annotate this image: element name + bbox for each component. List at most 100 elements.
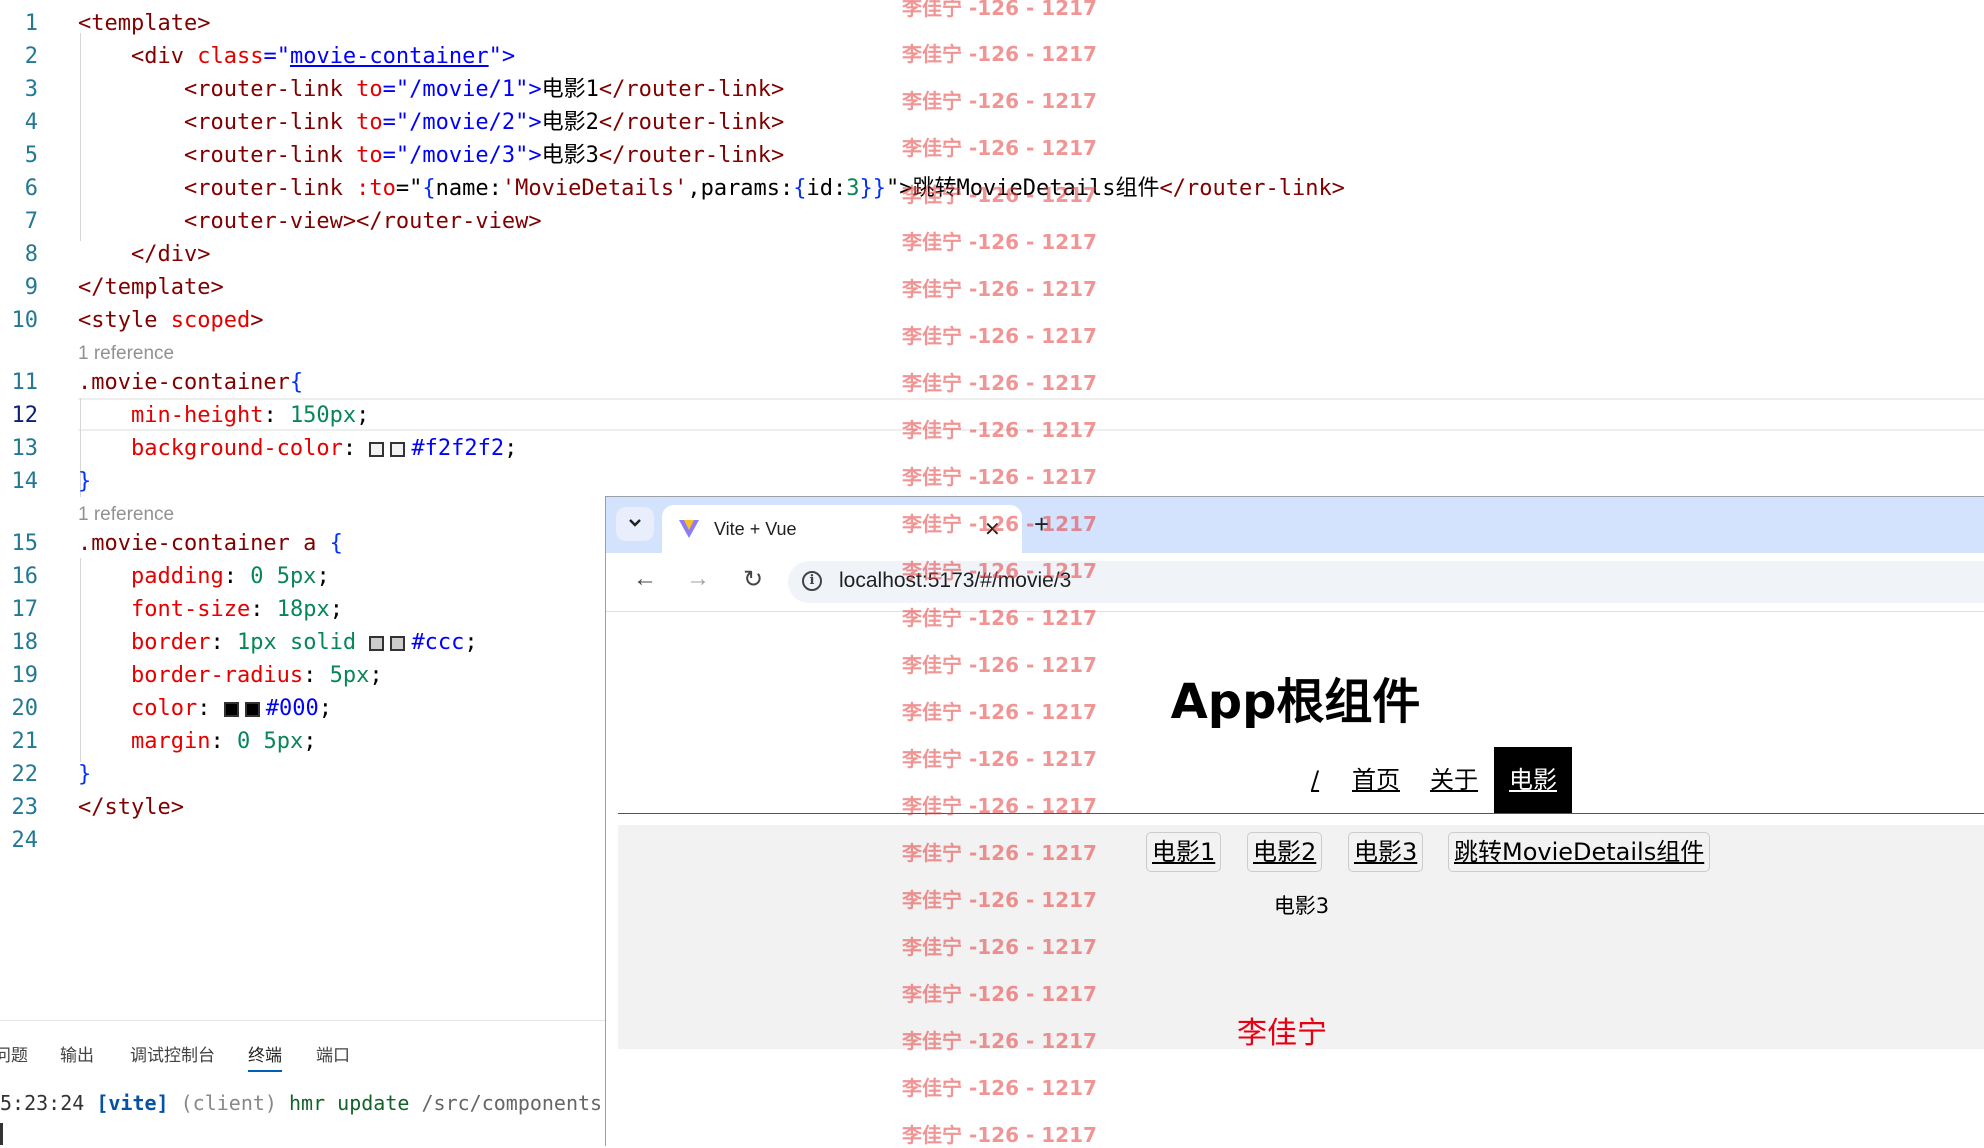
line-number: 19	[11, 663, 39, 688]
app-nav: / 首页 关于 电影	[606, 747, 1984, 813]
code-text: }	[78, 762, 92, 787]
line-number: 12	[11, 403, 39, 428]
line-number: 17	[11, 597, 39, 622]
vite-logo-icon	[679, 520, 699, 538]
line-number: 8	[24, 242, 38, 267]
code-text: <router-view></router-view>	[183, 209, 542, 234]
router-view-content: 电影3	[1273, 894, 1330, 918]
code-text: <div class="movie-container">	[130, 44, 516, 69]
nav-link-about[interactable]: 关于	[1430, 747, 1478, 813]
line-number: 10	[11, 308, 39, 333]
app-title: App根组件	[1170, 674, 1421, 730]
code-text: .movie-container a {	[78, 531, 343, 556]
line-number: 20	[11, 696, 39, 721]
code-line-10: 10 <style scoped>	[0, 304, 1984, 337]
code-lens-reference[interactable]: 1 reference	[78, 502, 174, 528]
code-line-11: 11 .movie-container{	[0, 366, 1984, 399]
line-number: 11	[11, 370, 39, 395]
tab-search-button[interactable]	[616, 507, 654, 541]
code-text: <router-link to="/movie/3">电影3</router-l…	[183, 143, 785, 168]
code-line-4: 4 <router-link to="/movie/2">电影2</router…	[0, 106, 1984, 139]
line-number: 18	[11, 630, 39, 655]
url-text[interactable]: localhost:5173/#/movie/3	[839, 569, 1071, 593]
code-line-6: 6 <router-link :to="{name:'MovieDetails'…	[0, 172, 1984, 205]
line-number: 23	[11, 795, 39, 820]
code-text: color: #000;	[130, 696, 332, 721]
panel-tab-terminal[interactable]: 终端	[248, 1041, 282, 1072]
panel-tab-problems[interactable]: 问题	[0, 1041, 28, 1066]
code-text: <router-link to="/movie/2">电影2</router-l…	[183, 110, 785, 135]
code-text: background-color: #f2f2f2;	[130, 436, 518, 461]
line-number: 4	[24, 110, 38, 135]
movie-details-link[interactable]: 跳转MovieDetails组件	[1448, 832, 1711, 872]
line-number: 9	[24, 275, 38, 300]
nav-link-home[interactable]: 首页	[1352, 747, 1400, 813]
line-number: 14	[11, 469, 39, 494]
line-number: 7	[24, 209, 38, 234]
page-viewport: App根组件 / 首页 关于 电影 电影1 电影2 电影3 跳转MovieDet…	[606, 612, 1984, 1146]
line-number: 2	[24, 44, 38, 69]
color-swatch[interactable]	[369, 635, 385, 651]
code-text: min-height: 150px;	[130, 403, 370, 428]
code-text: border-radius: 5px;	[130, 663, 383, 688]
nav-link-movie[interactable]: 电影	[1494, 747, 1572, 813]
code-text: <template>	[78, 11, 211, 36]
panel-tab-output[interactable]: 输出	[60, 1041, 94, 1066]
nav-divider	[618, 813, 1984, 814]
line-number: 13	[11, 436, 39, 461]
tab-title: Vite + Vue	[714, 519, 797, 539]
code-line-7: 7 <router-view></router-view>	[0, 205, 1984, 238]
browser-toolbar: ← → ↻ i localhost:5173/#/movie/3	[606, 553, 1984, 612]
reload-icon[interactable]: ↻	[736, 565, 770, 594]
footer-name-text: 李佳宁	[1237, 1016, 1327, 1051]
color-swatch[interactable]	[244, 701, 260, 717]
bottom-panel: 问题 输出 调试控制台 终端 端口 5:23:24 [vite] (client…	[0, 1020, 605, 1146]
back-arrow-icon[interactable]: ←	[628, 565, 662, 593]
color-swatch[interactable]	[390, 635, 406, 651]
code-line-13: 13 background-color: #f2f2f2;	[0, 432, 1984, 465]
line-number: 1	[24, 11, 38, 36]
code-text: </template>	[78, 275, 224, 300]
code-lens-reference[interactable]: 1 reference	[78, 341, 174, 367]
movie-link-2[interactable]: 电影2	[1247, 832, 1323, 872]
site-info-icon[interactable]: i	[802, 571, 822, 591]
code-line-8: 8 </div>	[0, 238, 1984, 271]
panel-tab-debug-console[interactable]: 调试控制台	[130, 1041, 215, 1066]
code-text: </div>	[130, 242, 211, 267]
tab-strip: Vite + Vue ✕ +	[606, 497, 1984, 553]
line-number: 5	[24, 143, 38, 168]
code-text: margin: 0 5px;	[130, 729, 317, 754]
line-number: 22	[11, 762, 39, 787]
line-number: 24	[11, 828, 39, 853]
terminal-output[interactable]: 5:23:24 [vite] (client) hmr update /src/…	[0, 1091, 602, 1115]
line-number: 16	[11, 564, 39, 589]
forward-arrow-icon[interactable]: →	[681, 565, 715, 593]
code-line-9: 9 </template>	[0, 271, 1984, 304]
code-text: font-size: 18px;	[130, 597, 343, 622]
code-line-3: 3 <router-link to="/movie/1">电影1</router…	[0, 73, 1984, 106]
color-swatch[interactable]	[223, 701, 239, 717]
movie-link-1[interactable]: 电影1	[1146, 832, 1222, 872]
code-text: }	[78, 469, 92, 494]
close-tab-icon[interactable]: ✕	[984, 517, 1001, 542]
new-tab-button[interactable]: +	[1034, 509, 1049, 540]
code-line-14: 14 }	[0, 465, 1984, 498]
browser-tab[interactable]: Vite + Vue ✕	[662, 505, 1022, 553]
code-text: </style>	[78, 795, 184, 820]
code-text: padding: 0 5px;	[130, 564, 330, 589]
color-swatch[interactable]	[369, 441, 385, 457]
code-text: <style scoped>	[78, 308, 264, 333]
line-number: 21	[11, 729, 39, 754]
line-number: 3	[24, 77, 38, 102]
code-line-2: 2 <div class="movie-container">	[0, 40, 1984, 73]
code-text: <router-link to="/movie/1">电影1</router-l…	[183, 77, 785, 102]
panel-tab-ports[interactable]: 端口	[316, 1041, 350, 1066]
line-number: 15	[11, 531, 39, 556]
code-line-5: 5 <router-link to="/movie/3">电影3</router…	[0, 139, 1984, 172]
code-text: border: 1px solid #ccc;	[130, 630, 478, 655]
color-swatch[interactable]	[390, 441, 406, 457]
movie-link-3[interactable]: 电影3	[1348, 832, 1424, 872]
line-number: 6	[24, 176, 38, 201]
address-bar[interactable]: i localhost:5173/#/movie/3	[788, 561, 1984, 603]
nav-link-root[interactable]: /	[1311, 747, 1319, 813]
